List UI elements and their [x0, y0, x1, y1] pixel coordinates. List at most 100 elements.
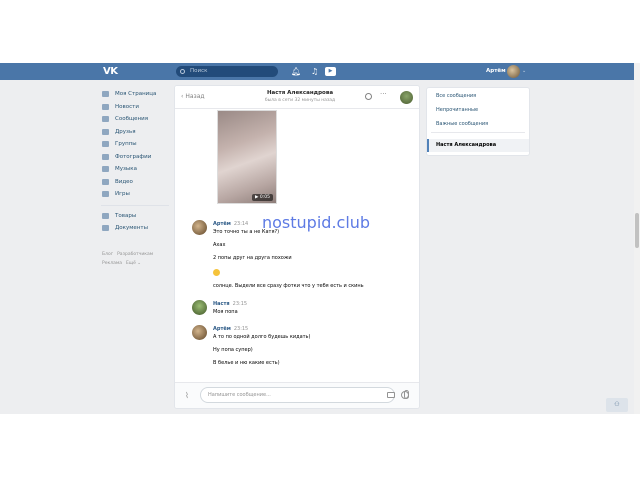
sidebar-item-news[interactable]: Новости	[101, 101, 171, 114]
groups-icon	[102, 141, 109, 147]
message-text: солнце. Выдели все сразу фотки что у теб…	[213, 283, 364, 289]
music-icon[interactable]: ♫	[311, 66, 318, 77]
goods-icon	[102, 212, 109, 219]
left-sidebar-menu: Моя Страница Новости Сообщения Друзья Гр…	[101, 88, 171, 268]
play-icon[interactable]: ▶	[325, 67, 336, 76]
sidebar-item-groups[interactable]: Группы	[101, 138, 171, 151]
sidebar-item-documents[interactable]: Документы	[101, 222, 171, 235]
message-text: 2 попы друг на друга похожи	[213, 255, 292, 261]
message-text: Моя попа	[213, 309, 238, 315]
sidebar-item-label: Группы	[115, 141, 137, 147]
bell-icon[interactable]: 🔔︎	[291, 66, 301, 77]
music-icon	[102, 166, 109, 172]
avatar[interactable]	[192, 300, 207, 315]
vk-logo[interactable]: VK	[103, 66, 118, 77]
message-time: 23:15	[232, 301, 248, 307]
microphone-icon[interactable]	[404, 390, 409, 399]
sidebar-item-label: Музыка	[115, 166, 137, 172]
sidebar-footer-links: Блог Разработчикам Реклама Ещё ⌄	[101, 250, 171, 268]
more-icon[interactable]: ···	[380, 90, 387, 98]
message-input-placeholder: Напишите сообщение...	[208, 392, 271, 398]
author-name[interactable]: Артём	[213, 326, 231, 332]
camera-icon[interactable]	[387, 392, 395, 398]
message-author[interactable]: Настя 23:15	[213, 301, 247, 307]
photos-icon	[102, 153, 109, 160]
active-conversation-label: Настя Александрова	[436, 142, 497, 148]
footer-link-blog[interactable]: Блог	[102, 252, 113, 257]
menu-divider	[101, 204, 169, 206]
scrollbar-thumb[interactable]	[635, 213, 639, 248]
chat-window: ▶ 0:05 Артём 23:14 Это точно ты а не Катя…	[175, 86, 419, 408]
chat-avatar[interactable]	[400, 91, 413, 104]
messages-icon	[102, 116, 109, 122]
sidebar-item-my-page[interactable]: Моя Страница	[101, 88, 171, 101]
message-text: А то по одной долго будешь кидать)	[213, 334, 311, 340]
header-avatar[interactable]	[507, 65, 520, 78]
sidebar-item-label: Моя Страница	[115, 91, 157, 97]
sidebar-item-label: Видео	[115, 178, 133, 185]
search-input[interactable]: Поиск	[176, 66, 278, 77]
footer-link-developers[interactable]: Разработчикам	[117, 252, 153, 257]
avatar[interactable]	[192, 220, 207, 235]
sidebar-item-games[interactable]: Игры	[101, 188, 171, 201]
sidebar-item-video[interactable]: Видео	[101, 176, 171, 189]
video-icon	[102, 178, 109, 185]
sidebar-item-label: Товары	[115, 212, 137, 219]
message-text: В белье и ню какие есть)	[213, 360, 280, 366]
author-name[interactable]: Настя	[213, 301, 230, 307]
message-time: 23:15	[233, 326, 249, 332]
search-icon[interactable]	[365, 93, 372, 100]
video-attachment[interactable]: ▶ 0:05	[217, 110, 277, 204]
sidebar-item-music[interactable]: Музыка	[101, 163, 171, 176]
message-author[interactable]: Артём 23:15	[213, 326, 248, 332]
attach-icon[interactable]: ⌇	[185, 391, 189, 400]
sidebar-item-messages[interactable]: Сообщения	[101, 113, 171, 126]
sidebar-item-label: Документы	[115, 225, 148, 231]
watermark: nostupid.club	[262, 213, 371, 232]
laughing-emoji-icon	[213, 269, 220, 276]
back-label: Назад	[185, 93, 205, 100]
news-icon	[102, 103, 109, 110]
avatar[interactable]	[192, 325, 207, 340]
messages-filter-panel: Все сообщения Непрочитанные Важные сообщ…	[427, 88, 529, 155]
message-text: Ну попа супер)	[213, 347, 253, 353]
sidebar-item-label: Новости	[115, 103, 139, 110]
message-composer: ⌇ Напишите сообщение...	[175, 382, 419, 408]
page-scrollbar[interactable]	[634, 63, 640, 414]
message-author[interactable]: Артём 23:14	[213, 221, 248, 227]
footer-link-more[interactable]: Ещё ⌄	[126, 261, 141, 266]
video-duration: ▶ 0:05	[252, 194, 274, 201]
people-icon: ⚇	[614, 401, 620, 408]
chevron-down-icon[interactable]: ⌄	[522, 66, 526, 77]
panel-divider	[431, 132, 525, 133]
filter-important[interactable]: Важные сообщения	[436, 121, 488, 127]
chat-header: ‹ Назад Настя Александрова была в сети 3…	[175, 86, 419, 109]
filter-unread[interactable]: Непрочитанные	[436, 107, 478, 113]
sidebar-item-label: Фотографии	[115, 153, 152, 160]
sidebar-item-photos[interactable]: Фотографии	[101, 151, 171, 164]
sidebar-item-label: Друзья	[115, 128, 136, 135]
chat-widget-button[interactable]: ⚇	[606, 398, 628, 412]
search-icon	[180, 68, 185, 74]
video-duration-text: 0:05	[259, 195, 271, 200]
top-blank-area	[0, 0, 640, 63]
active-conversation-item[interactable]: Настя Александрова	[427, 139, 529, 152]
author-name[interactable]: Артём	[213, 221, 231, 227]
games-icon	[102, 191, 109, 197]
documents-icon	[102, 225, 109, 231]
footer-link-ads[interactable]: Реклама	[102, 261, 122, 266]
message-input[interactable]: Напишите сообщение...	[200, 387, 409, 403]
back-button[interactable]: ‹ Назад	[181, 92, 205, 102]
filter-all-messages[interactable]: Все сообщения	[436, 93, 476, 99]
home-icon	[102, 91, 109, 97]
top-header-bar: VK Поиск 🔔︎ ♫ ▶ Артём ⌄	[0, 63, 634, 80]
search-placeholder: Поиск	[190, 68, 208, 74]
sidebar-item-label: Игры	[115, 191, 130, 197]
chat-status: была в сети 32 минуты назад	[264, 98, 336, 103]
friends-icon	[102, 128, 109, 135]
message-time: 23:14	[233, 221, 249, 227]
chat-title[interactable]: Настя Александрова	[250, 90, 350, 96]
header-username[interactable]: Артём	[486, 66, 506, 77]
sidebar-item-friends[interactable]: Друзья	[101, 126, 171, 139]
sidebar-item-goods[interactable]: Товары	[101, 210, 171, 223]
